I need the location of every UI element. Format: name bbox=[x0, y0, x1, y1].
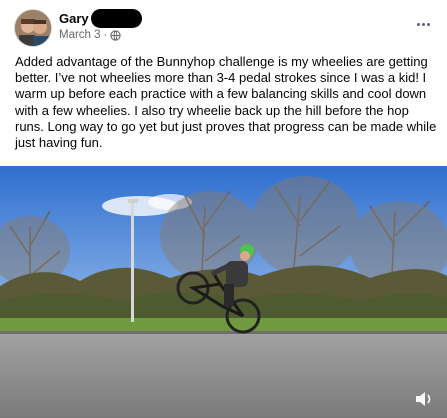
post-video[interactable] bbox=[0, 166, 447, 418]
post-meta: March 3 · bbox=[59, 29, 122, 41]
video-frame bbox=[0, 166, 447, 418]
globe-icon bbox=[110, 29, 122, 41]
post-header: Gary March 3 · bbox=[0, 0, 447, 52]
post-card: Gary March 3 · Added advantage of the Bu… bbox=[0, 0, 447, 418]
author-name[interactable]: Gary bbox=[59, 11, 89, 26]
more-options-icon[interactable] bbox=[413, 14, 433, 34]
post-body: Added advantage of the Bunnyhop challeng… bbox=[15, 54, 437, 151]
post-date[interactable]: March 3 bbox=[59, 29, 101, 41]
speaker-icon[interactable] bbox=[413, 388, 435, 410]
meta-separator: · bbox=[103, 29, 108, 41]
avatar[interactable] bbox=[14, 9, 52, 47]
redacted-surname bbox=[91, 9, 142, 28]
